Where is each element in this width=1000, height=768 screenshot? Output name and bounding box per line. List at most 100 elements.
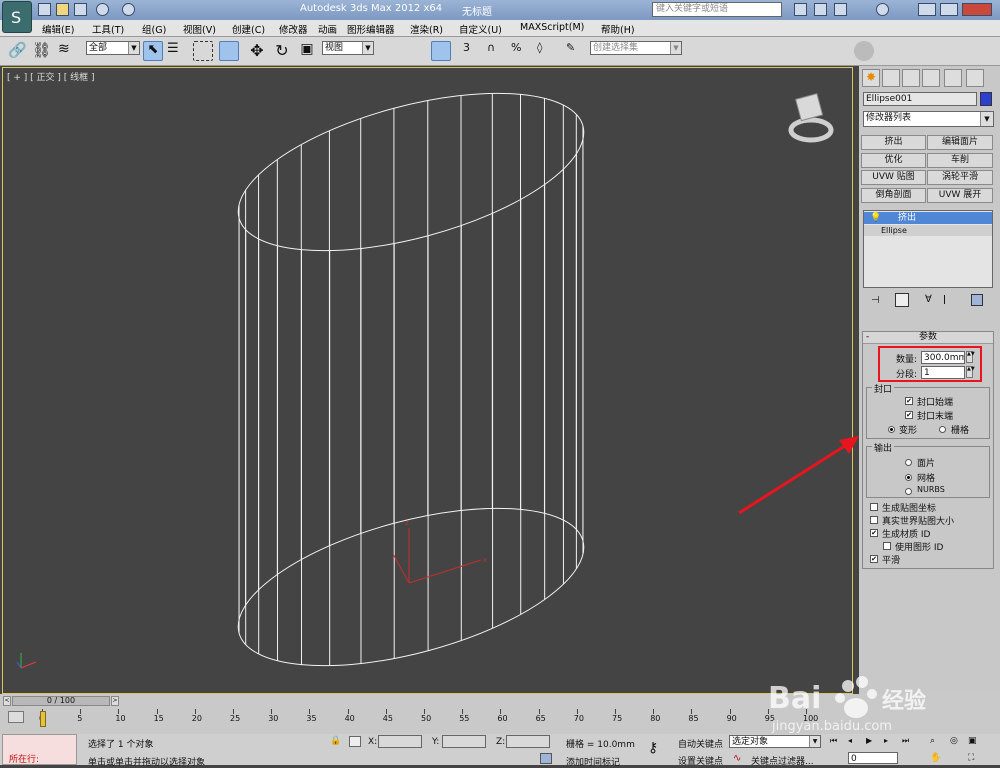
window-crossing-icon[interactable] — [219, 41, 239, 61]
show-end-result-icon[interactable] — [895, 293, 909, 307]
key-filters-button[interactable]: 关键点过滤器... — [751, 754, 814, 767]
x-coord-field[interactable] — [378, 735, 422, 748]
scale-icon[interactable]: ▣ — [297, 41, 317, 61]
rendered-frame-icon[interactable] — [907, 41, 927, 61]
select-by-name-icon[interactable]: ☰ — [167, 41, 187, 61]
close-icon[interactable] — [962, 3, 992, 16]
smooth-checkbox[interactable]: ✔ — [870, 555, 878, 563]
modifier-button-extrude[interactable]: 挤出 — [861, 135, 926, 150]
modifier-button-optimize[interactable]: 优化 — [861, 153, 926, 168]
rollout-header[interactable]: - 参数 — [863, 332, 993, 344]
open-file-icon[interactable] — [56, 3, 69, 16]
app-logo-icon[interactable]: S — [2, 1, 32, 33]
time-tag-icon[interactable] — [540, 753, 552, 764]
menu-create[interactable]: 创建(C) — [232, 22, 265, 36]
menu-graph-editors[interactable]: 图形编辑器 — [347, 22, 395, 36]
modifier-button-unwrap-uvw[interactable]: UVW 展开 — [927, 188, 993, 203]
lock-icon[interactable]: 🔒 — [330, 736, 341, 746]
output-mesh-radio[interactable] — [905, 474, 912, 481]
add-time-tag[interactable]: 添加时间标记 — [566, 755, 620, 768]
unlink-icon[interactable]: ⛓ — [32, 41, 52, 61]
cap-end-checkbox[interactable]: ✔ — [905, 411, 913, 419]
spinner-snap-icon[interactable]: ◊ — [537, 41, 557, 61]
search-input[interactable]: 键入关键字或短语 — [652, 2, 782, 17]
modifier-button-edit-patch[interactable]: 编辑面片 — [927, 135, 993, 150]
track-bar[interactable]: 0510152025303540455055606570758085909510… — [34, 709, 824, 727]
menu-views[interactable]: 视图(V) — [183, 22, 216, 36]
remove-modifier-icon[interactable]: ǀ — [943, 294, 946, 305]
rectangular-region-icon[interactable] — [193, 41, 213, 61]
set-key-label[interactable]: 设置关键点 — [678, 754, 723, 767]
move-icon[interactable]: ✥ — [247, 41, 267, 61]
menu-animation[interactable]: 动画 — [318, 22, 337, 36]
snaps-toggle-icon[interactable]: 3 — [463, 41, 483, 61]
menu-help[interactable]: 帮助(H) — [601, 22, 635, 36]
menu-tools[interactable]: 工具(T) — [92, 22, 124, 36]
absolute-mode-icon[interactable] — [349, 736, 361, 747]
tab-hierarchy[interactable] — [902, 69, 920, 87]
real-world-map-checkbox[interactable] — [870, 516, 878, 524]
maximize-viewport-icon[interactable]: ⛶ — [968, 753, 974, 763]
time-slider-right-arrow[interactable]: > — [111, 696, 119, 706]
link-icon[interactable]: 🔗 — [8, 41, 28, 61]
named-selection-dropdown[interactable]: 创建选择集 ▼ — [590, 41, 682, 55]
object-name-field[interactable]: Ellipse001 — [863, 92, 977, 106]
time-slider[interactable]: 0 / 100 — [12, 696, 110, 706]
rotate-icon[interactable]: ↻ — [272, 41, 292, 61]
output-nurbs-radio[interactable] — [905, 488, 912, 495]
gen-map-coords-checkbox[interactable] — [870, 503, 878, 511]
schematic-view-icon[interactable] — [823, 41, 843, 61]
auto-key-label[interactable]: 自动关键点 — [678, 737, 723, 750]
star-icon[interactable] — [834, 3, 847, 16]
selection-filter-dropdown[interactable]: 全部 ▼ — [86, 41, 140, 55]
binoculars-icon[interactable] — [794, 3, 807, 16]
output-patch-radio[interactable] — [905, 459, 912, 466]
tab-utilities[interactable] — [966, 69, 984, 87]
use-shape-ids-checkbox[interactable] — [883, 542, 891, 550]
material-editor-icon[interactable] — [854, 41, 874, 61]
zoom-extents-icon[interactable]: ▣ — [968, 736, 977, 746]
tab-display[interactable] — [944, 69, 962, 87]
tab-motion[interactable] — [922, 69, 940, 87]
bind-spacewarp-icon[interactable]: ≋ — [58, 41, 78, 61]
modifier-button-bevel-profile[interactable]: 倒角剖面 — [861, 188, 926, 203]
select-object-icon[interactable]: ⬉ — [143, 41, 163, 61]
mirror-icon[interactable] — [690, 41, 710, 61]
modifier-button-uvw-map[interactable]: UVW 贴图 — [861, 170, 926, 185]
restore-icon[interactable] — [940, 3, 958, 16]
pin-stack-icon[interactable]: ⊣ — [871, 295, 880, 306]
gen-mat-ids-checkbox[interactable]: ✔ — [870, 529, 878, 537]
help-icon[interactable] — [876, 3, 889, 16]
time-slider-left-arrow[interactable]: < — [3, 696, 11, 706]
perspective-viewport[interactable]: [ + ] [ 正交 ] [ 线框 ] z x — [2, 67, 859, 694]
cap-morph-radio[interactable] — [888, 426, 895, 433]
minimize-icon[interactable] — [918, 3, 936, 16]
orbit-icon[interactable]: ◎ — [950, 736, 958, 746]
tab-modify[interactable] — [882, 69, 900, 87]
curve-editor-icon[interactable] — [798, 41, 818, 61]
align-icon[interactable] — [715, 41, 735, 61]
pivot-center-icon[interactable] — [378, 41, 398, 61]
undo-icon[interactable] — [96, 3, 109, 16]
new-file-icon[interactable] — [38, 3, 51, 16]
angle-snap-icon[interactable]: ∩ — [487, 41, 507, 61]
menu-edit[interactable]: 编辑(E) — [42, 22, 74, 36]
mini-curve-editor-icon[interactable] — [8, 711, 24, 723]
render-setup-icon[interactable] — [882, 41, 902, 61]
layer-manager-icon[interactable] — [746, 41, 766, 61]
z-coord-field[interactable] — [506, 735, 550, 748]
redo-icon[interactable] — [122, 3, 135, 16]
reference-coordinate-dropdown[interactable]: 视图 ▼ — [322, 41, 374, 55]
y-coord-field[interactable] — [442, 735, 486, 748]
current-frame-field[interactable]: 0 — [848, 752, 898, 764]
object-color-swatch[interactable] — [980, 92, 992, 106]
select-manipulate-icon[interactable] — [405, 41, 425, 61]
stack-item-extrude[interactable]: 💡 挤出 — [864, 212, 992, 224]
menu-rendering[interactable]: 渲染(R) — [410, 22, 443, 36]
key-filters-icon[interactable]: ∿ — [733, 753, 741, 764]
percent-snap-icon[interactable]: % — [511, 41, 531, 61]
save-icon[interactable] — [74, 3, 87, 16]
keyboard-shortcut-override-icon[interactable] — [431, 41, 451, 61]
configure-modifier-sets-icon[interactable] — [971, 294, 983, 306]
modifier-button-turbosmooth[interactable]: 涡轮平滑 — [927, 170, 993, 185]
